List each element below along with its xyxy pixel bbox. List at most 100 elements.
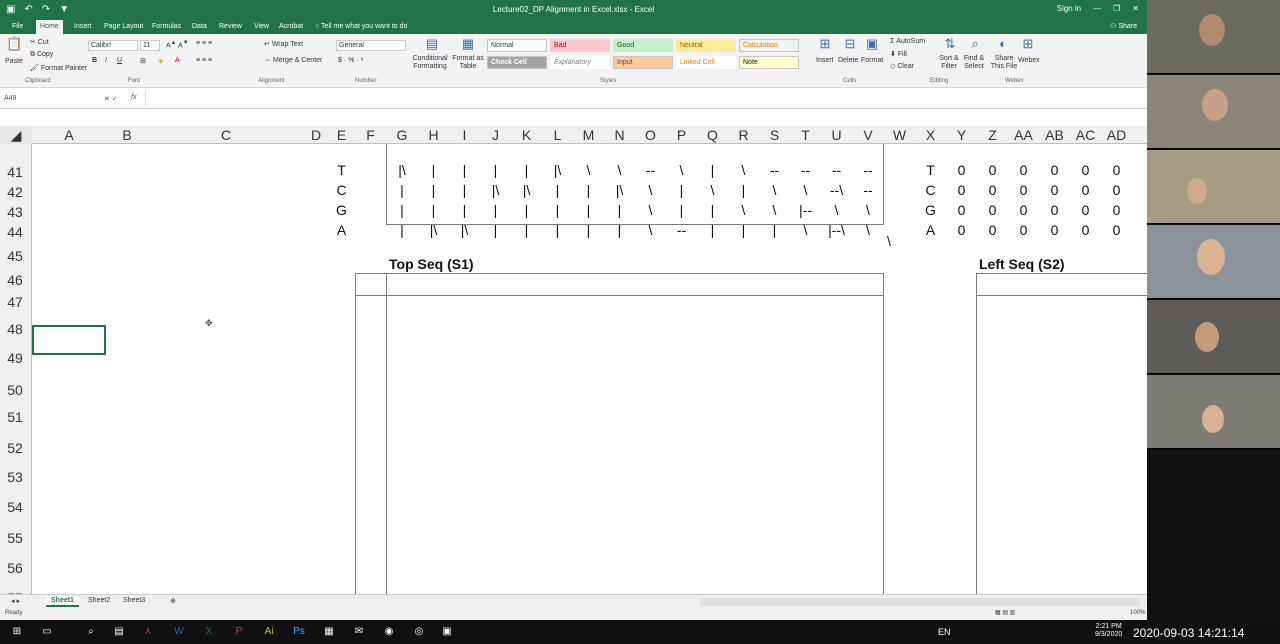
column-header[interactable]: J [480,126,511,144]
column-header[interactable]: U [821,126,852,144]
sheet-tab-2[interactable]: Sheet2 [83,596,115,605]
restore-icon[interactable]: ❐ [1113,4,1120,13]
share-button[interactable]: ⚇ Share [1110,22,1137,30]
language-indicator[interactable]: EN [938,627,951,637]
sort-filter-icon[interactable]: ⇅ [942,36,958,52]
column-header[interactable]: V [852,126,884,144]
merge-center-button[interactable]: ⇔ Merge & Center [264,57,322,64]
score-cell[interactable]: 0 [977,162,1008,178]
style-bad[interactable]: Bad [550,39,610,52]
fill-button[interactable]: ⬇ Fill [890,50,907,58]
autosum-button[interactable]: Σ AutoSum [890,38,925,45]
name-box[interactable]: A49 [4,95,74,102]
selected-cell-a49[interactable] [32,325,106,355]
webex-taskbar-icon[interactable]: ▣ [440,625,454,639]
column-header[interactable]: B [106,126,148,144]
column-header[interactable]: C [148,126,304,144]
conditional-formatting-label[interactable]: Conditional Formatting [410,55,450,71]
browser-icon[interactable]: ◉ [382,625,396,639]
chrome-icon[interactable]: ◎ [412,625,426,639]
column-header[interactable]: AB [1039,126,1070,144]
format-as-table-label[interactable]: Format as Table [450,55,486,71]
column-header[interactable]: Z [977,126,1008,144]
select-all-corner[interactable]: ◢ [0,126,32,144]
style-normal[interactable]: Normal [487,39,547,52]
windows-start-icon[interactable]: ⊞ [10,625,24,639]
score-cell[interactable]: 0 [1039,222,1070,238]
bold-icon[interactable]: B [92,57,97,64]
conditional-formatting-icon[interactable]: ▤ [424,36,440,52]
underline-icon[interactable]: U [117,57,122,64]
column-header[interactable]: X [915,126,946,144]
powerpoint-icon[interactable]: P [232,625,246,639]
style-input[interactable]: Input [613,56,673,69]
style-linked-cell[interactable]: Linked Cell [676,56,736,69]
tab-review[interactable]: Review [215,22,246,31]
column-header[interactable]: H [418,126,449,144]
score-cell[interactable]: 0 [1101,202,1132,218]
column-header[interactable]: K [511,126,542,144]
search-icon[interactable]: ⌕ [84,625,98,639]
fill-color-icon[interactable]: ◈ [158,57,163,65]
row-header[interactable]: 46 [0,272,30,288]
row-header[interactable]: 54 [0,499,30,515]
top-seq-chart[interactable] [355,273,884,594]
column-header[interactable]: G [386,126,418,144]
row-header[interactable]: 45 [0,248,30,264]
style-check-cell[interactable]: Check Cell [487,56,547,69]
column-header[interactable]: M [573,126,604,144]
tab-file[interactable]: File [8,22,27,31]
italic-icon[interactable]: I [105,57,107,64]
right-base-cell[interactable]: C [915,182,946,198]
add-sheet-icon[interactable]: ⊕ [165,596,181,606]
column-header[interactable]: F [355,126,386,144]
score-cell[interactable]: 0 [1008,182,1039,198]
left-base-cell[interactable]: C [328,182,355,198]
column-header[interactable]: I [449,126,480,144]
formula-input[interactable] [145,91,1140,106]
align-top-icon[interactable]: ≡ ≡ ≡ [196,40,212,47]
score-cell[interactable]: 0 [1039,162,1070,178]
insert-cells-label[interactable]: Insert [816,57,834,64]
column-header[interactable]: D [304,126,328,144]
style-good[interactable]: Good [613,39,673,52]
score-cell[interactable]: 0 [946,182,977,198]
borders-icon[interactable]: ⊞ [140,57,146,65]
tab-page-layout[interactable]: Page Layout [100,22,147,31]
currency-icon[interactable]: $ · % · ⁹ [338,57,364,64]
number-format-select[interactable]: General [336,40,406,51]
word-icon[interactable]: W [172,625,186,639]
excel-icon[interactable]: X [202,625,216,639]
row-header[interactable]: 53 [0,469,30,485]
cut-button[interactable]: ✂ Cut [30,38,49,46]
format-cells-label[interactable]: Format [861,57,883,64]
row-header[interactable]: 49 [0,350,30,366]
column-header[interactable]: E [328,126,355,144]
illustrator-icon[interactable]: Ai [262,625,276,639]
tab-view[interactable]: View [250,22,273,31]
style-note[interactable]: Note [739,56,799,69]
horizontal-scrollbar[interactable] [700,598,1140,606]
webex-icon[interactable]: ⊞ [1020,36,1036,52]
sheet-nav-icon[interactable]: ◂ ▸ [6,596,25,606]
score-cell[interactable]: 0 [977,222,1008,238]
insert-cells-icon[interactable]: ⊞ [817,36,833,52]
photoshop-icon[interactable]: Ps [292,625,306,639]
align-left-icon[interactable]: ≡ ≡ ≡ [196,57,212,64]
score-cell[interactable]: 0 [1008,162,1039,178]
column-header[interactable]: Q [697,126,728,144]
score-cell[interactable]: 0 [1070,222,1101,238]
acrobat-icon[interactable]: ⋏ [141,625,155,639]
column-header[interactable]: Y [946,126,977,144]
column-header[interactable]: L [542,126,573,144]
right-base-cell[interactable]: G [915,202,946,218]
find-select-icon[interactable]: ⌕ [967,36,983,52]
style-calculation[interactable]: Calculation [739,39,799,52]
sheet-tab-1[interactable]: Sheet1 [46,596,79,607]
tab-formulas[interactable]: Formulas [148,22,185,31]
score-cell[interactable]: 0 [1070,202,1101,218]
task-view-icon[interactable]: ▭ [40,625,54,639]
find-select-label[interactable]: Find & Select [960,55,988,71]
left-seq-chart[interactable] [976,273,1147,594]
tab-home[interactable]: Home [36,20,63,34]
